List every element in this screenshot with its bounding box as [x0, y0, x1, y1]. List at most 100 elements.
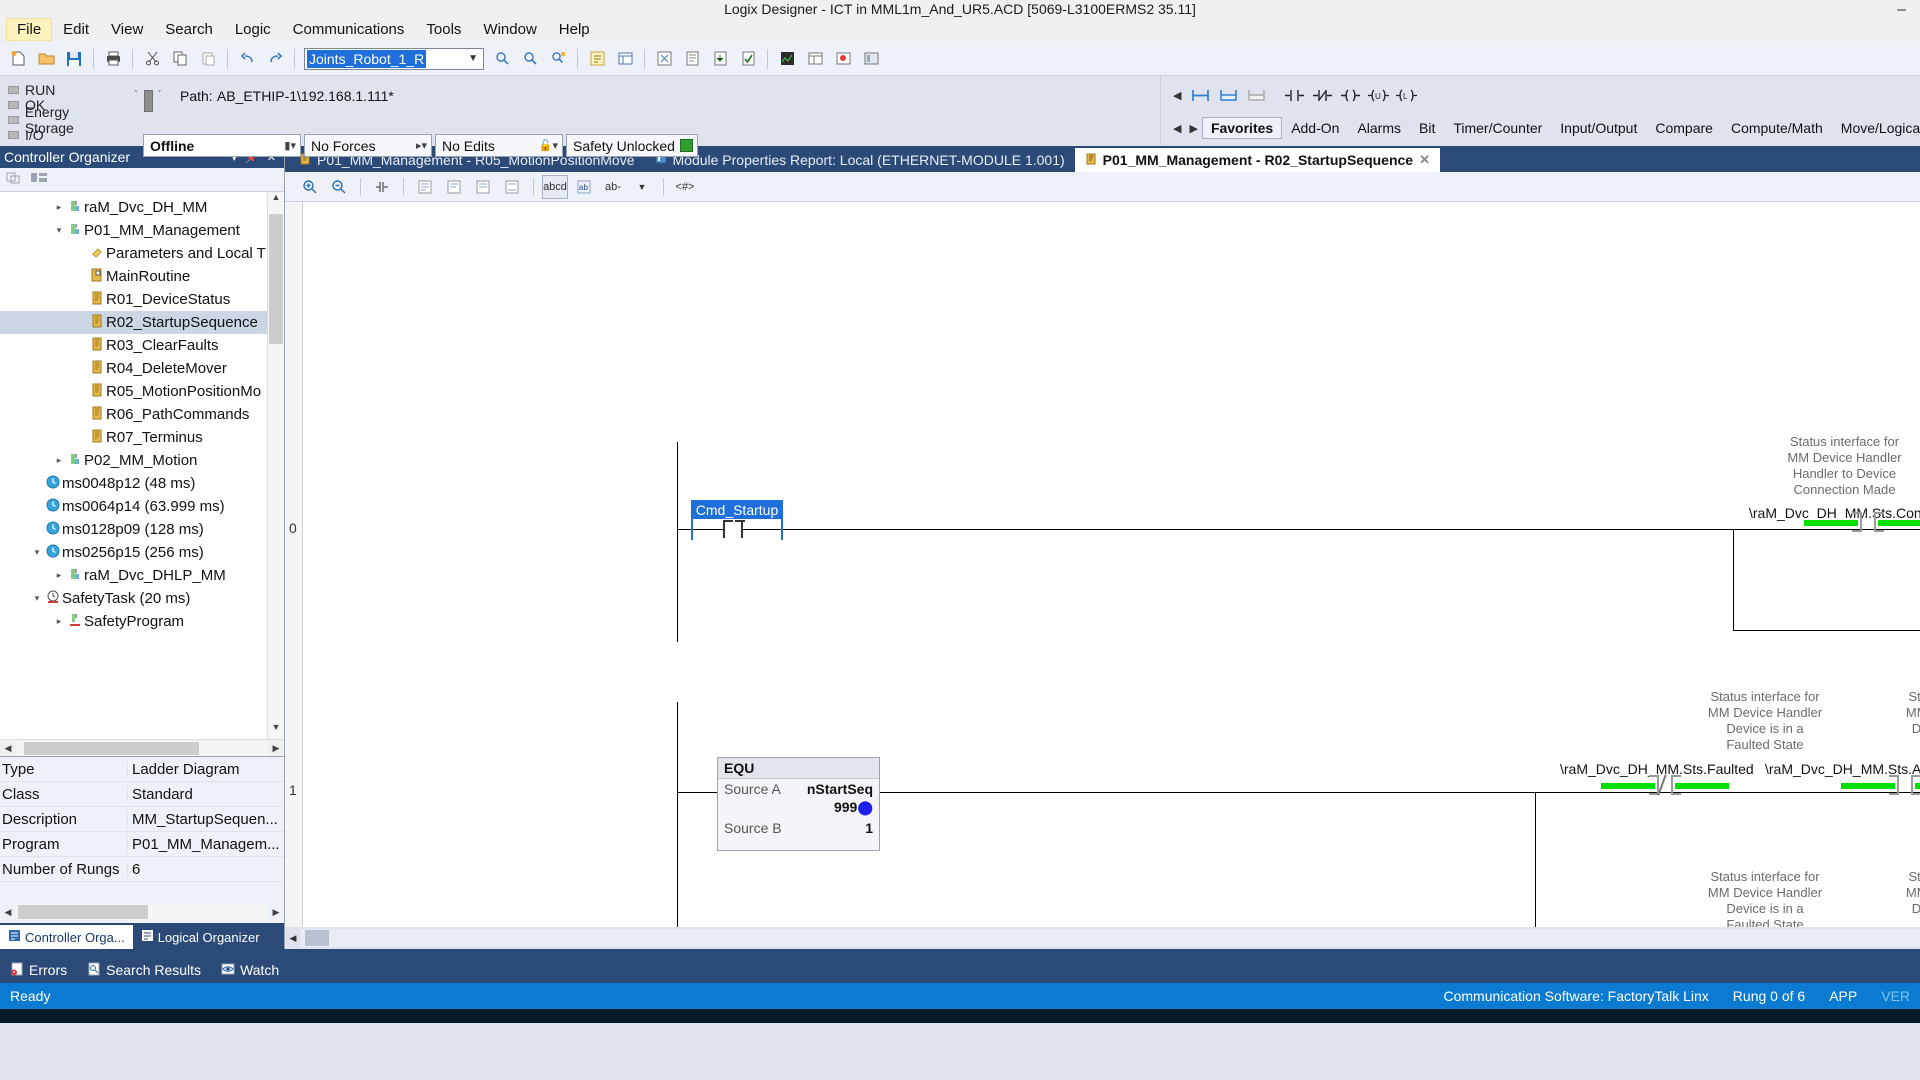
search-routine-icon[interactable]	[441, 175, 467, 199]
tree-item-r06-pathcommands[interactable]: R06_PathCommands	[0, 403, 284, 426]
tree-item-r02-startupsequence[interactable]: R02_StartupSequence	[0, 311, 284, 334]
scroll-left-icon[interactable]: ◀	[0, 743, 16, 754]
scroll-thumb[interactable]	[24, 741, 199, 755]
watch-table-icon[interactable]	[802, 46, 828, 72]
tree-item-ms0256p15-256-ms[interactable]: ▾ ms0256p15 (256 ms)	[0, 541, 284, 564]
bottom-tab-errors[interactable]: Errors	[0, 957, 77, 983]
chevron-down-icon[interactable]: ▸▾	[416, 139, 427, 152]
export-icon[interactable]	[707, 46, 733, 72]
redo-icon[interactable]	[262, 46, 288, 72]
tab-scroll-left-icon[interactable]: ◀	[1169, 122, 1185, 135]
panel-tab-controller-organizer[interactable]: Controller Orga...	[0, 925, 133, 949]
menu-item-logic[interactable]: Logic	[224, 18, 282, 41]
zoom-out-icon[interactable]	[326, 175, 352, 199]
chevron-down-icon[interactable]: ▼	[468, 53, 478, 64]
document-tab-r02-startupsequence[interactable]: P01_MM_Management - R02_StartupSequence …	[1074, 148, 1440, 172]
close-icon[interactable]: ✕	[1419, 152, 1430, 168]
branch-level-icon[interactable]	[1243, 83, 1269, 107]
chevron-down-icon[interactable]: ▮▾	[284, 139, 296, 152]
forces-button[interactable]: No Forces ▸▾	[304, 134, 432, 157]
open-folder-icon[interactable]	[33, 46, 59, 72]
toggle-bit-icon[interactable]	[369, 175, 395, 199]
cut-icon[interactable]	[139, 46, 165, 72]
chevron-right-icon[interactable]: ▸	[52, 455, 66, 466]
tree-item-ms0048p12-48-ms[interactable]: ms0048p12 (48 ms)	[0, 472, 284, 495]
visibility-icon[interactable]: ab-	[600, 175, 626, 199]
tree-horizontal-scrollbar[interactable]: ◀ ▶	[0, 739, 284, 756]
ribbon-scroll-left-icon[interactable]: ◀	[1169, 89, 1185, 102]
bottom-tab-search-results[interactable]: Search Results	[77, 957, 211, 983]
ab-icon[interactable]: ab	[571, 175, 597, 199]
tree-item-safetyprogram[interactable]: ▸ SafetyProgram	[0, 610, 284, 633]
save-icon[interactable]	[61, 46, 87, 72]
chevron-right-icon[interactable]: ▸	[52, 616, 66, 627]
edits-button[interactable]: No Edits 🔓▾	[435, 134, 563, 157]
scroll-track[interactable]	[16, 740, 268, 756]
find-icon[interactable]	[489, 46, 515, 72]
otl-coil-icon[interactable]: L	[1393, 83, 1419, 107]
find-next-icon[interactable]	[517, 46, 543, 72]
bottom-tab-watch[interactable]: Watch	[211, 957, 289, 983]
panel-tab-logical-organizer[interactable]: Logical Organizer	[133, 925, 268, 949]
tree-item-r03-clearfaults[interactable]: R03_ClearFaults	[0, 334, 284, 357]
scroll-right-icon[interactable]: ▶	[268, 907, 284, 918]
scroll-thumb[interactable]	[18, 905, 148, 919]
otu-coil-icon[interactable]: U	[1365, 83, 1391, 107]
verify-routine-icon[interactable]	[412, 175, 438, 199]
tree-item-r04-deletemover[interactable]: R04_DeleteMover	[0, 357, 284, 380]
angle-bracket-icon[interactable]: <#>	[672, 175, 698, 199]
controller-mode-button[interactable]: Offline ▮▾	[143, 134, 301, 157]
abcd-icon[interactable]: abcd	[542, 174, 568, 199]
menu-item-file[interactable]: File	[6, 17, 53, 41]
tree-item-ms0064p14-63-999-ms[interactable]: ms0064p14 (63.999 ms)	[0, 495, 284, 518]
scroll-track[interactable]	[301, 929, 1920, 947]
scroll-up-icon[interactable]: ▲	[268, 192, 284, 209]
tree-item-ram-dvc-dhlp-mm[interactable]: ▸ raM_Dvc_DHLP_MM	[0, 564, 284, 587]
minimize-button[interactable]: –	[1897, 2, 1906, 18]
scope-combo[interactable]: Joints_Robot_1_R ▼	[304, 47, 484, 70]
menu-item-communications[interactable]: Communications	[282, 18, 416, 41]
undo-icon[interactable]	[234, 46, 260, 72]
layout-icon[interactable]	[30, 171, 48, 189]
branch-down-icon[interactable]	[1215, 83, 1241, 107]
tab-scroll-right-icon[interactable]: ▶	[1185, 122, 1201, 135]
rung-0-tag[interactable]: \raM_Dvc_DH_MM.Sts.Connected	[1749, 505, 1920, 521]
export-routine-icon[interactable]	[470, 175, 496, 199]
tree-item-p01-mm-management[interactable]: ▾ P01_MM_Management	[0, 219, 284, 242]
ribbon-tab-move-logical[interactable]: Move/Logical	[1832, 117, 1920, 139]
menu-item-search[interactable]: Search	[154, 18, 224, 41]
ote-coil-icon[interactable]	[1337, 83, 1363, 107]
scroll-thumb[interactable]	[305, 930, 329, 946]
ribbon-tab-compare[interactable]: Compare	[1646, 117, 1722, 139]
scroll-right-icon[interactable]: ▶	[268, 743, 284, 754]
equ-block-rung-1[interactable]: EQU Source A nStartSeq 999 ⬤ Source B 1	[717, 757, 880, 851]
chevron-right-icon[interactable]: ▸	[52, 570, 66, 581]
chevron-down-icon[interactable]: ▾	[30, 593, 44, 604]
chevron-down-icon[interactable]: ▾	[52, 225, 66, 236]
scroll-left-icon[interactable]: ◀	[285, 933, 301, 944]
import-routine-icon[interactable]	[499, 175, 525, 199]
scroll-down-icon[interactable]: ▼	[268, 722, 284, 739]
find-replace-icon[interactable]	[545, 46, 571, 72]
chevron-right-icon[interactable]: ▸	[52, 202, 66, 213]
ladder-canvas[interactable]: 0 Cmd_Startup Status interface for MM De…	[285, 202, 1920, 927]
block-param-source-b[interactable]: Source B 1	[718, 818, 879, 850]
tree-item-ms0128p09-128-ms[interactable]: ms0128p09 (128 ms)	[0, 518, 284, 541]
menu-item-window[interactable]: Window	[472, 18, 547, 41]
validate-icon[interactable]	[735, 46, 761, 72]
scroll-track[interactable]	[16, 904, 268, 920]
safety-lock-button[interactable]: Safety Unlocked	[566, 134, 698, 157]
ribbon-tab-favorites[interactable]: Favorites	[1201, 117, 1283, 139]
lock-icon[interactable]: 🔓▾	[539, 139, 558, 152]
tree-item-parameters-and-local-t[interactable]: Parameters and Local T	[0, 242, 284, 265]
ribbon-tab-compute-math[interactable]: Compute/Math	[1722, 117, 1832, 139]
chevron-down-icon[interactable]: ▾	[30, 547, 44, 558]
print-icon[interactable]	[100, 46, 126, 72]
cmd-startup-contact-selected[interactable]: Cmd_Startup	[691, 500, 783, 540]
properties-horizontal-scrollbar[interactable]: ◀ ▶	[0, 901, 284, 923]
branch-icon[interactable]	[1187, 83, 1213, 107]
paste-icon[interactable]	[195, 46, 221, 72]
tree-item-r05-motionpositionmo[interactable]: R05_MotionPositionMo	[0, 380, 284, 403]
scroll-left-icon[interactable]: ◀	[0, 907, 16, 918]
controller-tree[interactable]: ▸ raM_Dvc_DH_MM ▾ P01_MM_Management Paramete…	[0, 192, 284, 739]
